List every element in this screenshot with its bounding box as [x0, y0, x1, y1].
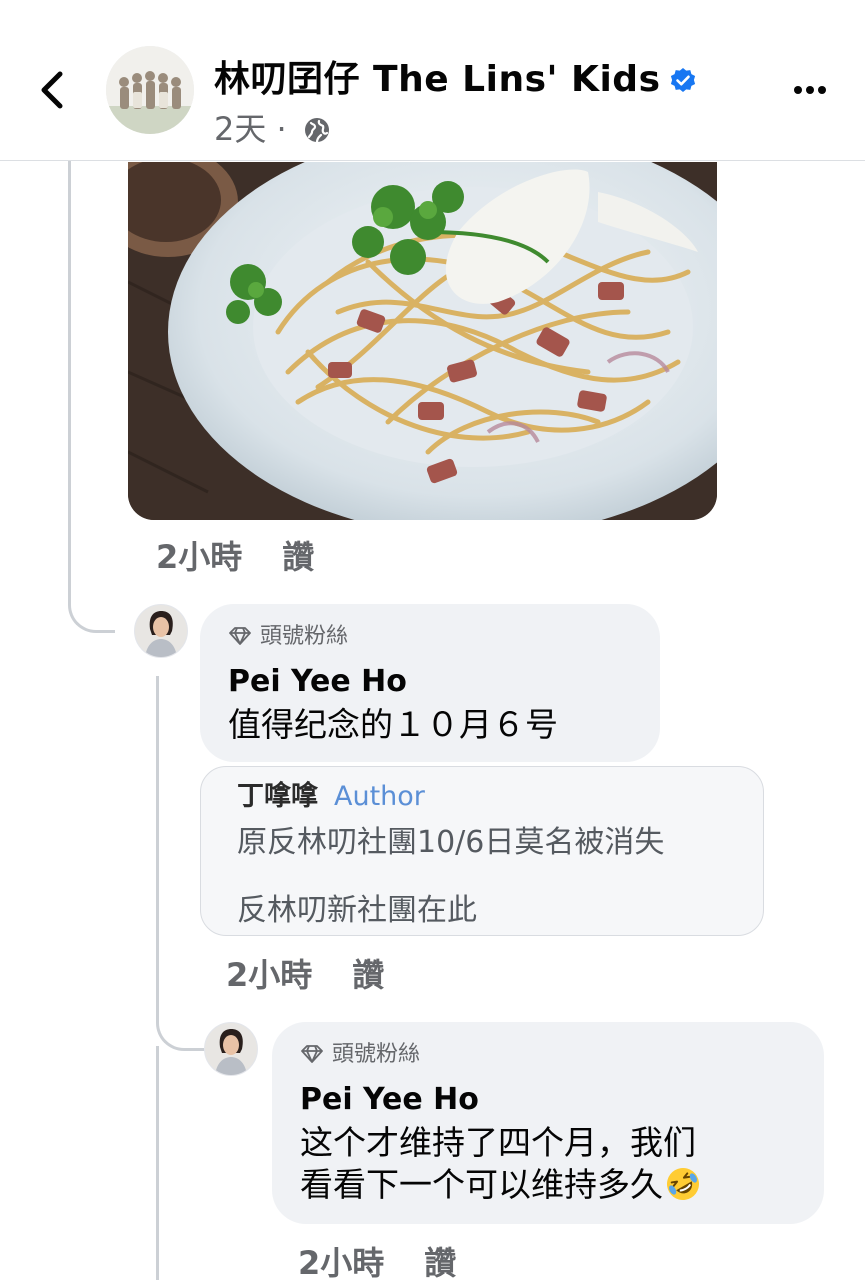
like-button[interactable]: 讚	[352, 950, 384, 996]
diamond-icon	[229, 627, 251, 645]
avatar[interactable]	[204, 1022, 258, 1076]
comment-actions: 2小時讚	[226, 950, 384, 996]
photo-comment-actions: 2小時讚	[156, 532, 314, 578]
page-name[interactable]: 林叨囝仔 The Lins' Kids	[214, 59, 661, 100]
comment-author[interactable]: Pei Yee Ho	[228, 662, 632, 702]
page-title[interactable]: 林叨囝仔 The Lins' Kids	[214, 50, 697, 102]
quoted-author-name: 丁嗱嗱	[237, 781, 318, 812]
comment-author[interactable]: Pei Yee Ho	[300, 1080, 796, 1120]
quoted-line: 反林叨新社團在此	[237, 893, 477, 928]
rolling-on-floor-laughing-emoji	[667, 1168, 699, 1200]
quoted-screenshot[interactable]: 丁嗱嗱 Author 原反林叨社團10/6日莫名被消失 反林叨新社團在此	[200, 766, 764, 936]
like-button[interactable]: 讚	[282, 532, 314, 578]
author-label: Author	[334, 781, 425, 812]
quoted-line: 原反林叨社團10/6日莫名被消失	[237, 825, 665, 860]
more-options-button[interactable]	[786, 76, 834, 104]
globe-icon[interactable]	[303, 116, 331, 144]
badge-label: 頭號粉絲	[332, 1042, 421, 1067]
post-meta: 2天 ·	[214, 104, 331, 150]
page-avatar[interactable]	[106, 46, 194, 134]
comment-text-line: 看看下一个可以维持多久	[300, 1164, 796, 1206]
back-button[interactable]	[34, 68, 70, 112]
comment-time[interactable]: 2小時	[298, 1238, 384, 1284]
comment-text: 值得纪念的１０月６号	[228, 705, 558, 744]
more-horizontal-icon	[794, 86, 826, 94]
avatar[interactable]	[134, 604, 188, 658]
thread-line-reply	[156, 676, 205, 1051]
top-fan-badge: 頭號粉絲	[228, 622, 632, 652]
verified-badge-icon	[670, 68, 695, 92]
post-time[interactable]: 2天	[214, 110, 266, 148]
quoted-header: 丁嗱嗱 Author	[237, 777, 763, 817]
spaghetti-photo[interactable]	[128, 162, 717, 520]
comment-time[interactable]: 2小時	[226, 950, 312, 996]
thread-line-continue	[156, 1046, 159, 1280]
meta-separator: ·	[276, 110, 287, 148]
comment-text-line-2: 看看下一个可以维持多久	[300, 1165, 663, 1204]
badge-label: 頭號粉絲	[260, 624, 349, 649]
comment-bubble[interactable]: 頭號粉絲 Pei Yee Ho 这个才维持了四个月，我们 看看下一个可以维持多久	[272, 1022, 824, 1224]
top-fan-badge: 頭號粉絲	[300, 1040, 796, 1070]
diamond-icon	[301, 1045, 323, 1063]
comment-text-line: 这个才维持了四个月，我们	[300, 1123, 696, 1162]
photo-comment-time[interactable]: 2小時	[156, 532, 242, 578]
comment-actions: 2小時讚	[298, 1238, 456, 1284]
like-button[interactable]: 讚	[424, 1238, 456, 1284]
thread-line-main	[68, 160, 115, 633]
post-header: 林叨囝仔 The Lins' Kids 2天 ·	[0, 0, 865, 161]
comment-bubble[interactable]: 頭號粉絲 Pei Yee Ho 值得纪念的１０月６号	[200, 604, 660, 762]
chevron-left-icon	[41, 71, 63, 109]
